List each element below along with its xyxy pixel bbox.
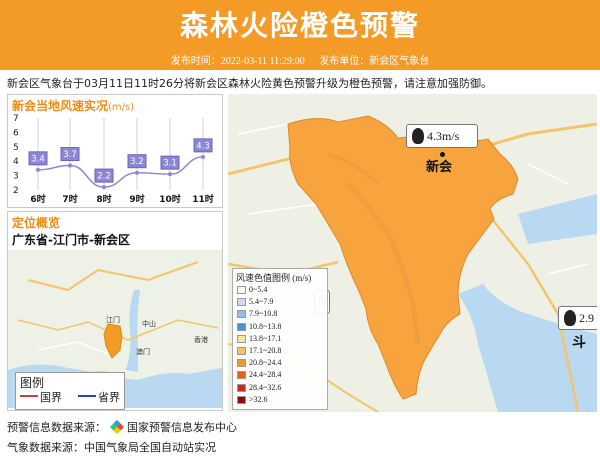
legend-country-label: 国界 — [40, 391, 62, 404]
location-panel: 定位概览 广东省-江门市-新会区 中山 江门 澳门 香港 图例 国界 省界 — [7, 211, 223, 411]
station-wind-value-right: 2.9 — [579, 311, 594, 325]
page-title: 森林火险橙色预警 — [179, 9, 420, 42]
town-label-xinhui: 新会 — [426, 160, 453, 175]
x-tick-label: 6时 — [30, 193, 45, 205]
map-label-hongkong: 香港 — [194, 335, 208, 344]
fire-icon — [412, 128, 424, 144]
wind-legend-title: 风速色值图例 (m/s) — [236, 273, 312, 283]
data-label: 3.1 — [163, 159, 177, 169]
data-label: 4.3 — [196, 141, 210, 151]
wind-speed-chart: 2 3 4 5 6 7 3.4 6时 3.7 7时 2.2 8时 3.2 9时 3.1 10时 4.3 11时 — [13, 114, 214, 205]
legend-province-border — [78, 395, 96, 397]
wind-color-legend: 风速色值图例 (m/s) 0~5.4 5.4~7.9 7.9~10.8 10.8~13… — [232, 268, 328, 410]
y-tick-label: 5 — [13, 143, 19, 153]
data-label: 2.2 — [97, 172, 111, 182]
y-tick-label: 3 — [13, 172, 19, 182]
legend-swatch — [237, 395, 246, 404]
legend-label: 13.8~17.1 — [249, 333, 282, 343]
legend-swatch — [237, 371, 246, 380]
legend-label: 5.4~7.9 — [249, 297, 274, 307]
legend-label: 17.1~20.8 — [249, 346, 282, 355]
station-marker-right[interactable]: 2.9 — [558, 306, 597, 330]
legend-label: 20.8~24.4 — [249, 358, 282, 368]
wind-point — [201, 154, 205, 159]
map-label-macau: 澳门 — [136, 347, 150, 356]
location-text: 广东省-江门市-新会区 — [12, 233, 130, 247]
map-label-zhongshan: 中山 — [142, 319, 156, 328]
legend-label: >32.6 — [249, 394, 268, 404]
wind-point — [135, 170, 139, 175]
legend-swatch — [237, 383, 246, 392]
legend-swatch — [237, 298, 246, 307]
legend-swatch — [237, 359, 246, 368]
town-label-right: 斗 — [572, 335, 586, 351]
legend-swatch — [237, 334, 246, 343]
y-tick-label: 7 — [13, 114, 19, 124]
map-label-jiangmen: 江门 — [106, 315, 120, 324]
map-legend: 图例 国界 省界 — [15, 372, 125, 410]
legend-label: 10.8~13.8 — [249, 321, 282, 331]
publish-meta: 发布时间：2022-03-11 11:29:00 发布单位：新会区气象台 — [0, 52, 600, 67]
wind-point — [168, 172, 172, 177]
warning-header: 森林火险橙色预警 发布时间：2022-03-11 11:29:00 发布单位：新… — [0, 0, 600, 70]
y-tick-label: 6 — [13, 128, 19, 138]
warning-notice: 新会区气象台于03月11日11时26分将新会区森林火险黄色预警升级为橙色预警，请… — [7, 77, 492, 90]
warning-source-name: 国家预警信息发布中心 — [127, 421, 237, 434]
warning-source-label: 预警信息数据来源： — [7, 421, 106, 434]
legend-country-border — [20, 395, 38, 397]
x-tick-label: 7时 — [62, 193, 77, 205]
legend-label: 24.4~28.4 — [249, 370, 282, 380]
x-tick-label: 8时 — [96, 193, 111, 205]
fire-icon — [564, 310, 576, 326]
data-label: 3.7 — [63, 150, 77, 160]
legend-label: 0~5.4 — [249, 285, 268, 294]
legend-swatch — [237, 286, 246, 294]
legend-swatch — [237, 310, 246, 319]
station-wind-value: 4.3m/s — [427, 129, 460, 143]
x-tick-label: 10时 — [159, 193, 181, 205]
legend-swatch — [237, 322, 246, 331]
x-tick-label: 9时 — [129, 193, 144, 205]
legend-label: 7.9~10.8 — [249, 309, 278, 319]
weather-source: 气象数据来源：中国气象局全国自动站实况 — [7, 441, 216, 454]
legend-swatch — [237, 347, 246, 355]
publisher: 发布单位：新会区气象台 — [319, 56, 430, 67]
location-panel-title: 定位概览 — [12, 216, 61, 230]
wind-point — [102, 185, 106, 190]
data-label: 3.2 — [130, 157, 144, 167]
y-tick-label: 4 — [13, 157, 19, 167]
y-tick-label: 2 — [13, 186, 19, 196]
publish-time: 发布时间：2022-03-11 11:29:00 — [170, 56, 305, 67]
warning-source-logo-icon — [109, 419, 124, 435]
legend-label: 28.4~32.6 — [249, 382, 282, 392]
wind-point — [68, 163, 72, 168]
wind-point — [36, 167, 40, 172]
warning-source: 预警信息数据来源： 国家预警信息发布中心 — [7, 419, 237, 435]
station-marker-xinhui[interactable]: 4.3m/s — [406, 124, 478, 148]
legend-province-label: 省界 — [98, 391, 120, 404]
x-tick-label: 11时 — [192, 193, 214, 205]
data-label: 3.4 — [31, 154, 45, 164]
